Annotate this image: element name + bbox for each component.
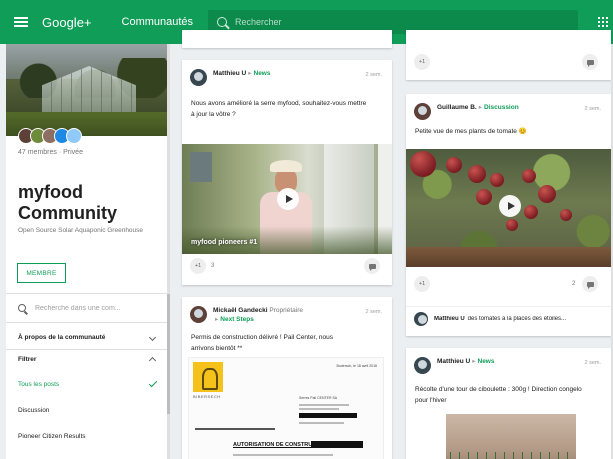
post-header: Matthieu U ▸ News — [190, 69, 270, 86]
divider — [6, 349, 168, 350]
post-header: Guillaume B. ▸ Discussion — [414, 103, 519, 120]
author-name[interactable]: Mickaël Gandecki — [213, 307, 268, 314]
community-title: myfood Community — [18, 182, 117, 223]
post-card: Matthieu U ▸ News 2 sem. Nous avons amélio… — [182, 60, 392, 285]
avatar[interactable] — [66, 128, 82, 144]
post-category[interactable]: Next Steps — [220, 316, 254, 323]
search-icon — [217, 17, 227, 27]
scrollbar-thumb[interactable] — [167, 294, 170, 414]
post-text: Nous avons amélioré la serre myfood, sou… — [191, 100, 367, 118]
post-category[interactable]: Discussion — [484, 104, 519, 111]
avatar[interactable] — [190, 306, 207, 323]
document-recipient: Serres Pail CENTER SA — [299, 396, 338, 400]
filter-all-posts[interactable]: Tous les posts — [18, 378, 158, 390]
author-name[interactable]: Matthieu U — [437, 358, 470, 365]
divider — [6, 322, 168, 323]
post-text: Petite vue de mes plants de tomate 😊 — [415, 128, 527, 135]
post-header: Mickaël Gandecki Propriétaire ▸ Next Step… — [190, 306, 303, 324]
video-caption: myfood pioneers #1 — [191, 239, 258, 246]
municipality-logo — [193, 362, 223, 392]
comment-icon — [586, 281, 594, 289]
comment-icon — [368, 263, 376, 271]
comment-text: des tomates à la places des étoiles... — [467, 315, 567, 322]
comment-preview[interactable]: Matthieu Udes tomates à la places des ét… — [406, 306, 611, 330]
document-date: Bodersch, le 18 avril 2018 — [336, 364, 377, 368]
play-icon[interactable] — [277, 188, 299, 210]
post-card: Matthieu U ▸ News 2 sem. Récolte d'une tou… — [406, 348, 611, 459]
post-card: Guillaume B. ▸ Discussion 2 sem. Petite vu… — [406, 94, 611, 336]
comment-button[interactable] — [364, 258, 380, 274]
comment-icon — [586, 59, 594, 67]
section-title[interactable]: Communautés — [122, 16, 194, 28]
checkmark-icon — [148, 378, 158, 388]
post-time[interactable]: 2 sem. — [365, 72, 382, 78]
sidebar-scrollbar[interactable] — [167, 44, 170, 459]
filter-toggle[interactable]: Filtrer — [18, 353, 158, 365]
hamburger-menu-icon[interactable] — [14, 17, 28, 27]
plus-one-button[interactable]: +1 — [414, 276, 430, 292]
avatar[interactable] — [414, 103, 431, 120]
video-thumbnail[interactable] — [406, 149, 611, 267]
community-cover-photo — [6, 44, 168, 136]
document-image[interactable]: BIBERSECH Bodersch, le 18 avril 2018 Ser… — [188, 357, 384, 459]
document-heading: AUTORISATION DE CONSTRUIRE — [233, 442, 322, 448]
author-name[interactable]: Guillaume B. — [437, 104, 477, 111]
post-card: Mickaël Gandecki Propriétaire ▸ Next Step… — [182, 297, 392, 459]
plus-one-button[interactable]: +1 — [414, 54, 430, 70]
post-card-partial — [182, 30, 392, 48]
search-icon — [18, 304, 26, 312]
post-category[interactable]: News — [478, 358, 495, 365]
community-search[interactable] — [18, 304, 155, 312]
chevron-up-icon — [148, 356, 157, 365]
post-category[interactable]: News — [254, 70, 271, 77]
avatar[interactable] — [414, 311, 428, 326]
apps-grid-icon[interactable] — [598, 17, 608, 27]
chevron-down-icon — [148, 333, 157, 341]
plus-one-button[interactable]: +1 — [190, 258, 206, 274]
about-community-toggle[interactable]: À propos de la communauté — [18, 331, 158, 343]
comment-button[interactable] — [582, 54, 598, 70]
comment-author[interactable]: Matthieu U — [434, 316, 465, 322]
member-avatars[interactable] — [18, 128, 82, 144]
community-sidebar: 47 membres · Privée myfood Community Ope… — [6, 44, 168, 459]
google-plus-logo[interactable]: Google+ — [42, 15, 92, 30]
post-time[interactable]: 2 sem. — [584, 360, 601, 366]
post-card-partial: +1 — [406, 30, 611, 80]
member-count: 47 membres · Privée — [18, 149, 83, 156]
avatar[interactable] — [190, 69, 207, 86]
post-header: Matthieu U ▸ News — [414, 357, 494, 374]
filter-discussion[interactable]: Discussion — [18, 404, 158, 416]
post-time[interactable]: 2 sem. — [584, 106, 601, 112]
filter-pioneer-results[interactable]: Pioneer Citizen Results — [18, 430, 158, 442]
post-image[interactable] — [446, 414, 576, 459]
search-input[interactable] — [235, 17, 535, 27]
author-role: Propriétaire — [269, 307, 303, 314]
avatar[interactable] — [414, 357, 431, 374]
post-text: Permis de construction délivré ! Pail Ce… — [191, 334, 333, 352]
play-icon[interactable] — [499, 195, 521, 217]
divider — [6, 293, 168, 294]
post-time[interactable]: 2 sem. — [365, 309, 382, 315]
community-subtitle: Open Source Solar Aquaponic Greenhouse — [18, 227, 144, 234]
comment-button[interactable] — [582, 276, 598, 292]
comment-count: 2 — [572, 281, 576, 287]
author-name[interactable]: Matthieu U — [213, 70, 246, 77]
plus-one-count: 3 — [211, 263, 215, 269]
video-thumbnail[interactable]: myfood pioneers #1 — [182, 144, 392, 254]
post-text: Récolte d'une tour de ciboulette : 300g … — [415, 386, 582, 404]
logo-text: BIBERSECH — [193, 394, 221, 399]
member-button[interactable]: MEMBRE — [17, 263, 66, 283]
community-search-input[interactable] — [35, 304, 155, 312]
